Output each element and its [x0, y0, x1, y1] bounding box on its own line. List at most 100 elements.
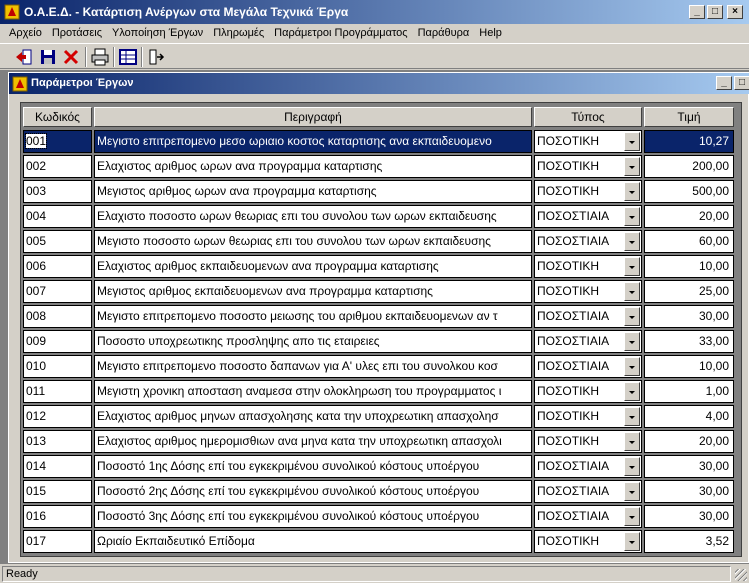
cell-description[interactable]: Ελαχιστος αριθμος ωρων ανα προγραμμα κατ… — [94, 155, 532, 178]
cell-code[interactable]: 005 — [23, 230, 92, 253]
header-value[interactable]: Τιμή — [644, 107, 734, 127]
exit-icon[interactable] — [14, 47, 34, 67]
cell-type[interactable]: ΠΟΣΟΣΤΙΑΙΑ — [534, 330, 642, 353]
cell-type[interactable]: ΠΟΣΟΣΤΙΑΙΑ — [534, 455, 642, 478]
minimize-button[interactable]: _ — [689, 5, 705, 19]
type-dropdown-button[interactable] — [624, 232, 640, 251]
cell-type[interactable]: ΠΟΣΟΤΙΚΗ — [534, 405, 642, 428]
menu-projects[interactable]: Υλοποίηση Έργων — [107, 24, 208, 43]
cell-type[interactable]: ΠΟΣΟΣΤΙΑΙΑ — [534, 205, 642, 228]
cell-description[interactable]: Μεγιστος αριθμος εκπαιδευομενων ανα προγ… — [94, 280, 532, 303]
cell-value[interactable]: 3,52 — [644, 530, 734, 553]
cell-code[interactable]: 010 — [23, 355, 92, 378]
cell-code[interactable]: 001 — [23, 130, 92, 153]
cell-description[interactable]: Μεγιστο επιτρεπομενο ποσοστο δαπανων για… — [94, 355, 532, 378]
menu-windows[interactable]: Παράθυρα — [413, 24, 475, 43]
cell-code[interactable]: 012 — [23, 405, 92, 428]
grid-icon[interactable] — [118, 47, 138, 67]
cell-description[interactable]: Ελαχιστο ποσοστο ωρων θεωριας επι του συ… — [94, 205, 532, 228]
cell-code[interactable]: 013 — [23, 430, 92, 453]
cell-type[interactable]: ΠΟΣΟΤΙΚΗ — [534, 430, 642, 453]
type-dropdown-button[interactable] — [624, 507, 640, 526]
cell-description[interactable]: Ποσοστό 1ης Δόσης επί του εγκεκριμένου σ… — [94, 455, 532, 478]
cell-value[interactable]: 1,00 — [644, 380, 734, 403]
header-type[interactable]: Τύπος — [534, 107, 642, 127]
cell-code[interactable]: 015 — [23, 480, 92, 503]
cell-code[interactable]: 009 — [23, 330, 92, 353]
type-dropdown-button[interactable] — [624, 332, 640, 351]
save-icon[interactable] — [38, 47, 58, 67]
cell-description[interactable]: Ελαχιστος αριθμος ημερομισθιων ανα μηνα … — [94, 430, 532, 453]
type-dropdown-button[interactable] — [624, 432, 640, 451]
type-dropdown-button[interactable] — [624, 482, 640, 501]
type-dropdown-button[interactable] — [624, 132, 640, 151]
export-icon[interactable] — [146, 47, 166, 67]
cell-code[interactable]: 002 — [23, 155, 92, 178]
cell-type[interactable]: ΠΟΣΟΤΙΚΗ — [534, 255, 642, 278]
cell-code[interactable]: 008 — [23, 305, 92, 328]
type-dropdown-button[interactable] — [624, 307, 640, 326]
child-restore-button[interactable]: □ — [734, 76, 749, 90]
cell-description[interactable]: Ποσοστό 3ης Δόσης επί του εγκεκριμένου σ… — [94, 505, 532, 528]
cell-description[interactable]: Ωριαίο Εκπαιδευτικό Επίδομα — [94, 530, 532, 553]
type-dropdown-button[interactable] — [624, 407, 640, 426]
cell-description[interactable]: Μεγιστος αριθμος ωρων ανα προγραμμα κατα… — [94, 180, 532, 203]
cell-type[interactable]: ΠΟΣΟΤΙΚΗ — [534, 155, 642, 178]
cell-type[interactable]: ΠΟΣΟΣΤΙΑΙΑ — [534, 305, 642, 328]
menu-file[interactable]: Αρχείο — [4, 24, 47, 43]
cell-type[interactable]: ΠΟΣΟΤΙΚΗ — [534, 380, 642, 403]
cell-description[interactable]: Μεγιστο ποσοστο ωρων θεωριας επι του συν… — [94, 230, 532, 253]
menu-parameters[interactable]: Παράμετροι Προγράμματος — [269, 24, 412, 43]
type-dropdown-button[interactable] — [624, 207, 640, 226]
print-icon[interactable] — [90, 47, 110, 67]
child-minimize-button[interactable]: _ — [716, 76, 732, 90]
cell-value[interactable]: 10,00 — [644, 355, 734, 378]
cell-description[interactable]: Ελαχιστος αριθμος εκπαιδευομενων ανα προ… — [94, 255, 532, 278]
type-dropdown-button[interactable] — [624, 532, 640, 551]
cell-code[interactable]: 006 — [23, 255, 92, 278]
cell-type[interactable]: ΠΟΣΟΤΙΚΗ — [534, 280, 642, 303]
cell-value[interactable]: 10,27 — [644, 130, 734, 153]
cell-code[interactable]: 014 — [23, 455, 92, 478]
menu-proposals[interactable]: Προτάσεις — [47, 24, 107, 43]
delete-icon[interactable] — [61, 47, 81, 67]
header-code[interactable]: Κωδικός — [23, 107, 92, 127]
cell-value[interactable]: 30,00 — [644, 455, 734, 478]
cell-code[interactable]: 007 — [23, 280, 92, 303]
cell-description[interactable]: Μεγιστο επιτρεπομενο μεσο ωριαιο κοστος … — [94, 130, 532, 153]
cell-description[interactable]: Ποσοστό 2ης Δόσης επί του εγκεκριμένου σ… — [94, 480, 532, 503]
cell-value[interactable]: 200,00 — [644, 155, 734, 178]
cell-description[interactable]: Ελαχιστος αριθμος μηνων απασχολησης κατα… — [94, 405, 532, 428]
cell-type[interactable]: ΠΟΣΟΣΤΙΑΙΑ — [534, 230, 642, 253]
menu-payments[interactable]: Πληρωμές — [208, 24, 269, 43]
cell-code[interactable]: 011 — [23, 380, 92, 403]
type-dropdown-button[interactable] — [624, 357, 640, 376]
cell-description[interactable]: Ποσοστο υποχρεωτικης προσληψης απο τις ε… — [94, 330, 532, 353]
cell-value[interactable]: 20,00 — [644, 430, 734, 453]
cell-type[interactable]: ΠΟΣΟΤΙΚΗ — [534, 530, 642, 553]
resize-grip[interactable] — [735, 569, 747, 581]
cell-value[interactable]: 4,00 — [644, 405, 734, 428]
cell-type[interactable]: ΠΟΣΟΣΤΙΑΙΑ — [534, 480, 642, 503]
cell-type[interactable]: ΠΟΣΟΣΤΙΑΙΑ — [534, 505, 642, 528]
type-dropdown-button[interactable] — [624, 282, 640, 301]
cell-value[interactable]: 30,00 — [644, 305, 734, 328]
cell-value[interactable]: 33,00 — [644, 330, 734, 353]
close-button[interactable]: × — [727, 5, 743, 19]
cell-description[interactable]: Μεγιστη χρονικη αποσταση αναμεσα στην ολ… — [94, 380, 532, 403]
cell-code[interactable]: 017 — [23, 530, 92, 553]
maximize-button[interactable]: □ — [707, 5, 723, 19]
cell-description[interactable]: Μεγιστο επιτρεπομενο ποσοστο μειωσης του… — [94, 305, 532, 328]
header-description[interactable]: Περιγραφή — [94, 107, 532, 127]
cell-value[interactable]: 60,00 — [644, 230, 734, 253]
cell-value[interactable]: 500,00 — [644, 180, 734, 203]
cell-code[interactable]: 004 — [23, 205, 92, 228]
cell-type[interactable]: ΠΟΣΟΤΙΚΗ — [534, 130, 642, 153]
cell-code[interactable]: 003 — [23, 180, 92, 203]
cell-value[interactable]: 30,00 — [644, 505, 734, 528]
cell-value[interactable]: 30,00 — [644, 480, 734, 503]
type-dropdown-button[interactable] — [624, 257, 640, 276]
type-dropdown-button[interactable] — [624, 382, 640, 401]
cell-value[interactable]: 10,00 — [644, 255, 734, 278]
cell-value[interactable]: 20,00 — [644, 205, 734, 228]
